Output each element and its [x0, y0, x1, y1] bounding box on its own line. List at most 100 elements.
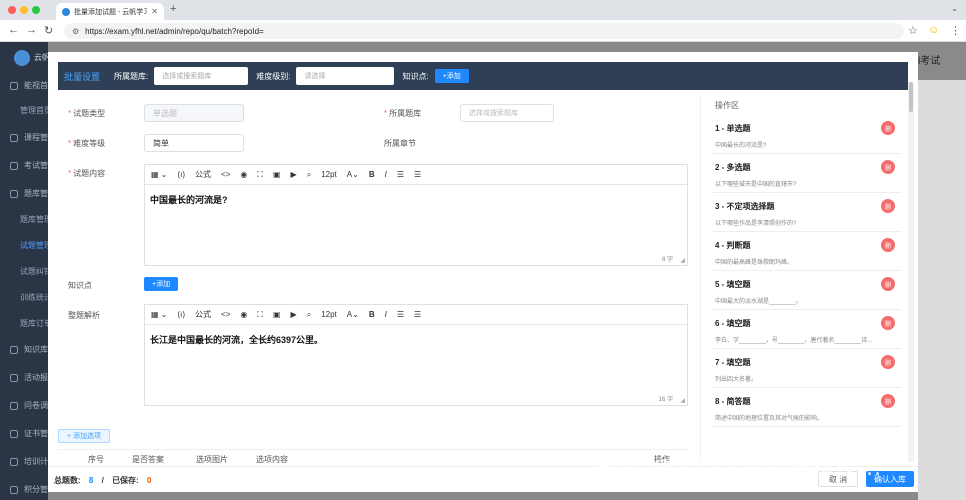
- delete-icon[interactable]: 删: [881, 316, 895, 330]
- menu-more-icon[interactable]: ⋮: [950, 24, 961, 37]
- bold-icon[interactable]: B: [369, 310, 375, 319]
- sidebar-item[interactable]: 问卷调: [10, 400, 48, 411]
- delete-icon[interactable]: 删: [881, 160, 895, 174]
- table-icon[interactable]: ▦ ⌄: [151, 310, 167, 319]
- level-select[interactable]: 简单: [144, 134, 244, 152]
- operation-item[interactable]: 6 - 填空题 李白、字________，号________，唐代著名______…: [711, 311, 901, 349]
- profile-avatar-icon[interactable]: ☺: [928, 24, 939, 36]
- bookmark-star-icon[interactable]: ☆: [908, 24, 918, 37]
- video-icon[interactable]: ▶: [291, 310, 297, 319]
- italic-icon[interactable]: I: [385, 310, 387, 319]
- add-option-button[interactable]: + 添加选项: [58, 429, 111, 443]
- preview-icon[interactable]: ◉: [240, 170, 247, 179]
- menu-icon: [10, 133, 18, 142]
- close-tab-icon[interactable]: ✕: [151, 7, 158, 16]
- resize-handle-icon[interactable]: ◢: [680, 397, 685, 404]
- browser-tab[interactable]: 批量添加试题 - 云帆学习考试系 ✕: [56, 3, 164, 20]
- font-color-icon[interactable]: A⌄: [347, 310, 359, 319]
- video-icon[interactable]: ▶: [291, 170, 297, 179]
- reload-icon[interactable]: ↻: [44, 24, 53, 37]
- repo-select[interactable]: 选择或搜索题库: [460, 104, 554, 122]
- image-icon[interactable]: ▣: [273, 170, 281, 179]
- operation-item[interactable]: 8 - 简答题简述中国的地理位置及其对气候的影响。 删: [711, 389, 901, 427]
- delete-icon[interactable]: 删: [881, 394, 895, 408]
- align-center-icon[interactable]: ☰: [414, 170, 421, 179]
- table-icon[interactable]: ▦ ⌄: [151, 170, 167, 179]
- operation-item[interactable]: 7 - 填空题 列出四大名著。 删: [711, 350, 901, 388]
- sidebar-item[interactable]: 知识库: [10, 344, 48, 355]
- omega-icon[interactable]: (ı): [177, 170, 185, 179]
- operation-item[interactable]: 1 - 单选题 中国最长的河流是? 删: [711, 116, 901, 154]
- omega-icon[interactable]: (ı): [177, 310, 185, 319]
- code-icon[interactable]: <>: [221, 310, 230, 319]
- site-info-icon[interactable]: ⚙: [72, 27, 79, 36]
- fullscreen-icon[interactable]: ⛶: [257, 170, 263, 180]
- font-size-select[interactable]: 12pt: [321, 310, 337, 319]
- italic-icon[interactable]: I: [385, 170, 387, 179]
- delete-icon[interactable]: 删: [881, 199, 895, 213]
- sidebar-item-label: 培训计: [24, 457, 48, 466]
- content-editor-body[interactable]: 中国最长的河流是?: [145, 185, 687, 214]
- batch-repo-label: 所属题库:: [114, 71, 149, 81]
- batch-settings-title: 批量设置: [64, 71, 101, 82]
- operation-item-summary: 中国最大的淡水湖是________。: [715, 299, 802, 305]
- scrollbar-thumb[interactable]: [909, 82, 913, 112]
- address-bar[interactable]: ⚙ https://exam.yfhl.net/admin/repo/qu/ba…: [64, 23, 904, 39]
- operation-item[interactable]: 4 - 判断题 中国的最高峰是珠穆朗玛峰。 删: [711, 233, 901, 271]
- attachment-icon[interactable]: ⌕: [307, 170, 311, 180]
- saved-count-value: 0: [146, 476, 152, 485]
- operation-item-title: 1 - 单选题: [715, 124, 751, 133]
- batch-kp-add-button[interactable]: +添加: [434, 69, 469, 83]
- sidebar-item-label: 问卷调: [24, 401, 48, 410]
- batch-level-placeholder: 请选择: [304, 73, 326, 80]
- minimize-window-icon[interactable]: [20, 6, 28, 14]
- preview-icon[interactable]: ◉: [240, 310, 247, 319]
- repo-label: * 所属题库: [384, 109, 422, 118]
- batch-repo-select[interactable]: 选择或搜索题库: [154, 67, 249, 85]
- align-left-icon[interactable]: ☰: [397, 170, 404, 179]
- formula-button[interactable]: 公式: [195, 309, 211, 320]
- bold-icon[interactable]: B: [369, 170, 375, 179]
- align-center-icon[interactable]: ☰: [414, 310, 421, 319]
- new-tab-icon[interactable]: +: [170, 3, 176, 15]
- attachment-icon[interactable]: ⌕: [307, 310, 311, 320]
- font-color-icon[interactable]: A⌄: [347, 170, 359, 179]
- delete-icon[interactable]: 删: [881, 277, 895, 291]
- resize-handle-icon[interactable]: ◢: [680, 257, 685, 264]
- operation-item[interactable]: 3 - 不定项选择题 以下哪些作品是李清照创作的? 删: [711, 194, 901, 232]
- operation-item-title: 8 - 简答题: [715, 397, 751, 406]
- operation-item[interactable]: 2 - 多选题 以下哪些城市是中国的直辖市? 删: [711, 155, 901, 193]
- forward-icon[interactable]: →: [26, 24, 37, 36]
- back-icon[interactable]: ←: [8, 24, 19, 36]
- sidebar-item[interactable]: 积分管: [10, 484, 48, 495]
- tab-list-icon[interactable]: ⌄: [951, 4, 958, 13]
- type-select[interactable]: 单选题: [144, 104, 244, 122]
- delete-icon[interactable]: 删: [881, 238, 895, 252]
- operation-item-summary: 列出四大名著。: [715, 377, 758, 383]
- formula-button[interactable]: 公式: [195, 169, 211, 180]
- dialog-scrollbar[interactable]: [908, 82, 914, 462]
- operation-item-summary: 简述中国的地理位置及其对气候的影响。: [715, 416, 824, 422]
- code-icon[interactable]: <>: [221, 170, 230, 179]
- align-left-icon[interactable]: ☰: [397, 310, 404, 319]
- sidebar-item[interactable]: 证书管: [10, 428, 48, 439]
- sidebar-item-label: 活动报: [24, 373, 48, 382]
- font-size-select[interactable]: 12pt: [321, 170, 337, 179]
- sidebar-item[interactable]: 活动报: [10, 372, 48, 383]
- sidebar-item[interactable]: 培训计: [10, 456, 48, 467]
- app-header-title: l考试: [918, 56, 941, 67]
- close-window-icon[interactable]: [8, 6, 16, 14]
- sidebar-item-label: 知识库: [24, 345, 48, 354]
- type-label: * 试题类型: [68, 109, 106, 118]
- maximize-window-icon[interactable]: [32, 6, 40, 14]
- total-count: 总题数: 8 / 已保存: 0: [54, 476, 152, 485]
- kp-add-button[interactable]: +添加: [144, 277, 179, 291]
- delete-icon[interactable]: 删: [881, 355, 895, 369]
- delete-icon[interactable]: 删: [881, 121, 895, 135]
- operation-item[interactable]: 5 - 填空题 中国最大的淡水湖是________。 删: [711, 272, 901, 310]
- image-icon[interactable]: ▣: [273, 310, 281, 319]
- batch-level-select[interactable]: 请选择: [296, 67, 395, 85]
- analysis-editor-body[interactable]: 长江是中国最长的河流，全长约6397公里。: [145, 325, 687, 354]
- fullscreen-icon[interactable]: ⛶: [257, 310, 263, 320]
- batch-add-dialog: 批量设置 所属题库: 选择或搜索题库 难度级别: 请选择 知识点: +添加 * 试…: [48, 52, 918, 492]
